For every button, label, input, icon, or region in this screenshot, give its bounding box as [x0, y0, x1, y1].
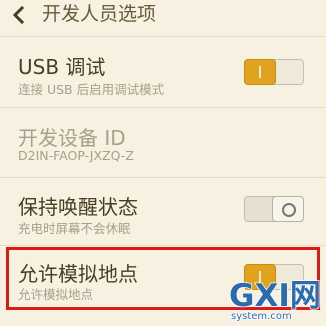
watermark-logo: GXI网 system.com — [226, 276, 322, 323]
stay-awake-toggle[interactable] — [244, 196, 304, 222]
watermark-domain: system.com — [231, 311, 292, 322]
row-divider — [0, 245, 326, 246]
back-button[interactable] — [8, 2, 30, 28]
header-divider — [0, 36, 326, 37]
watermark-logo-text: GXI网 — [229, 278, 321, 314]
setting-title: 保持唤醒状态 — [18, 195, 138, 219]
toggle-on-mark-icon — [259, 66, 261, 78]
setting-subtitle: 充电时屏幕不会休眠 — [18, 221, 131, 236]
setting-title: USB 调试 — [18, 55, 106, 79]
usb-debugging-toggle[interactable] — [244, 59, 304, 85]
setting-title: 开发设备 ID — [18, 126, 126, 150]
row-divider — [0, 177, 326, 178]
setting-subtitle: 连接 USB 后启用调试模式 — [18, 82, 165, 97]
page-title: 开发人员选项 — [42, 3, 157, 25]
developer-options-screen: 开发人员选项 USB 调试 连接 USB 后启用调试模式 开发设备 ID D2I… — [0, 0, 326, 324]
toggle-knob — [272, 196, 304, 222]
toggle-knob — [244, 59, 276, 85]
device-id-value: D2IN-FAOP-JXZQ-Z — [18, 148, 134, 163]
toggle-off-mark-icon — [282, 203, 296, 217]
row-divider — [0, 107, 326, 108]
top-bar: 开发人员选项 — [0, 0, 326, 36]
chevron-left-icon — [12, 5, 25, 25]
